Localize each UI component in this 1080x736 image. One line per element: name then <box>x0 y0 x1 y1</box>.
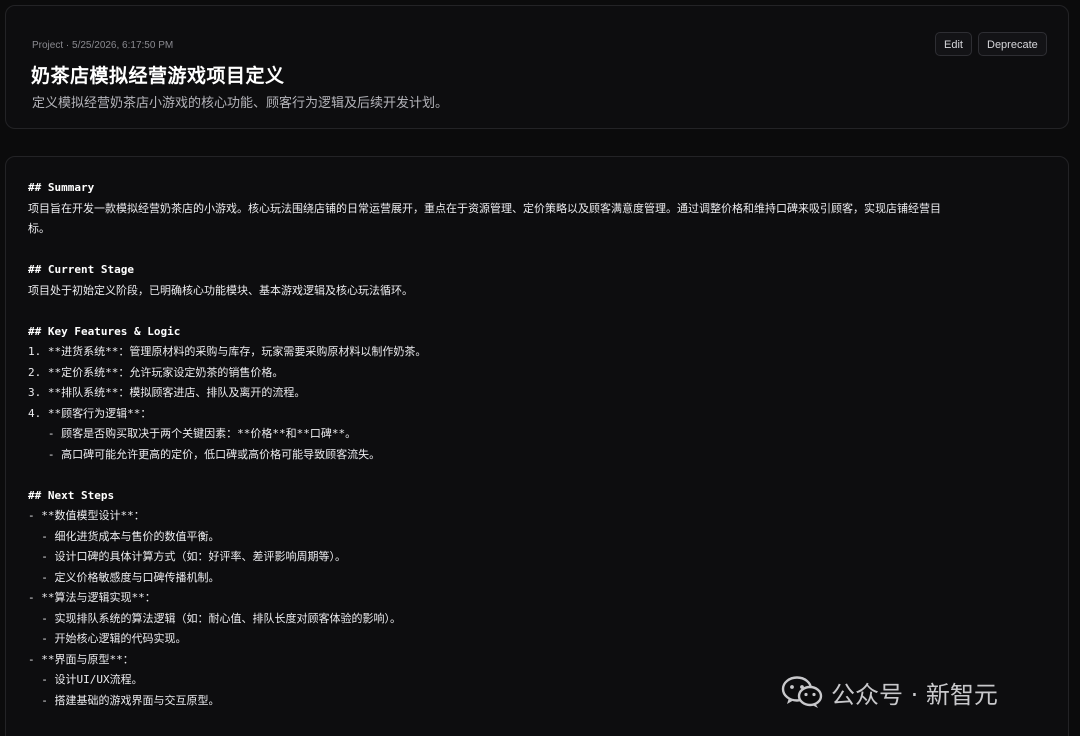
document-line: 1. **进货系统**：管理原材料的采购与库存，玩家需要采购原材料以制作奶茶。 <box>28 345 427 358</box>
edit-button[interactable]: Edit <box>935 32 972 56</box>
section-heading: ## Key Features & Logic <box>28 324 181 338</box>
project-meta: Project · 5/25/2026, 6:17:50 PM <box>32 40 174 51</box>
document-line: 项目旨在开发一款模拟经营奶茶店的小游戏。核心玩法围绕店铺的日常运营展开，重点在于… <box>28 201 941 215</box>
project-header-card: Project · 5/25/2026, 6:17:50 PM 奶茶店模拟经营游… <box>5 5 1069 129</box>
document-line: 3. **排队系统**：模拟顾客进店、排队及离开的流程。 <box>28 386 306 399</box>
document-line: - **算法与逻辑实现**： <box>28 591 156 604</box>
watermark: 公众号 · 新智元 <box>781 672 998 712</box>
page-subtitle: 定义模拟经营奶茶店小游戏的核心功能、顾客行为逻辑及后续开发计划。 <box>32 96 449 111</box>
deprecate-button[interactable]: Deprecate <box>978 32 1047 56</box>
document-line: - 细化进货成本与售价的数值平衡。 <box>28 529 220 543</box>
document-line: - 高口碑可能允许更高的定价，低口碑或高价格可能导致顾客流失。 <box>28 447 381 461</box>
wechat-icon <box>781 676 823 708</box>
page: Project · 5/25/2026, 6:17:50 PM 奶茶店模拟经营游… <box>0 0 1080 736</box>
document-line: - **数值模型设计**： <box>28 509 145 522</box>
page-title: 奶茶店模拟经营游戏项目定义 <box>31 65 285 87</box>
document-line: - 开始核心逻辑的代码实现。 <box>28 632 187 645</box>
watermark-text: 公众号 · 新智元 <box>831 680 998 709</box>
document-line: - 设计口碑的具体计算方式（如：好评率、差评影响周期等）。 <box>28 550 346 563</box>
markdown-content: ## Summary 项目旨在开发一款模拟经营奶茶店的小游戏。核心玩法围绕店铺的日… <box>28 178 1038 711</box>
document-line: - 定义价格敏感度与口碑传播机制。 <box>28 570 220 584</box>
document-line: 标。 <box>28 222 50 235</box>
section-heading: ## Current Stage <box>28 263 134 276</box>
section-heading: ## Next Steps <box>28 488 115 502</box>
document-card: ## Summary 项目旨在开发一款模拟经营奶茶店的小游戏。核心玩法围绕店铺的日… <box>5 156 1069 736</box>
document-line: - **界面与原型**： <box>28 652 134 666</box>
document-line: - 顾客是否购买取决于两个关键因素：**价格**和**口碑**。 <box>28 427 357 440</box>
document-line: 项目处于初始定义阶段，已明确核心功能模块、基本游戏逻辑及核心玩法循环。 <box>28 283 413 297</box>
document-line: 2. **定价系统**：允许玩家设定奶茶的销售价格。 <box>28 365 284 379</box>
document-line: - 实现排队系统的算法逻辑（如：耐心值、排队长度对顾客体验的影响）。 <box>28 611 401 625</box>
section-heading: ## Summary <box>28 181 95 194</box>
document-line: 4. **顾客行为逻辑**： <box>28 406 152 420</box>
